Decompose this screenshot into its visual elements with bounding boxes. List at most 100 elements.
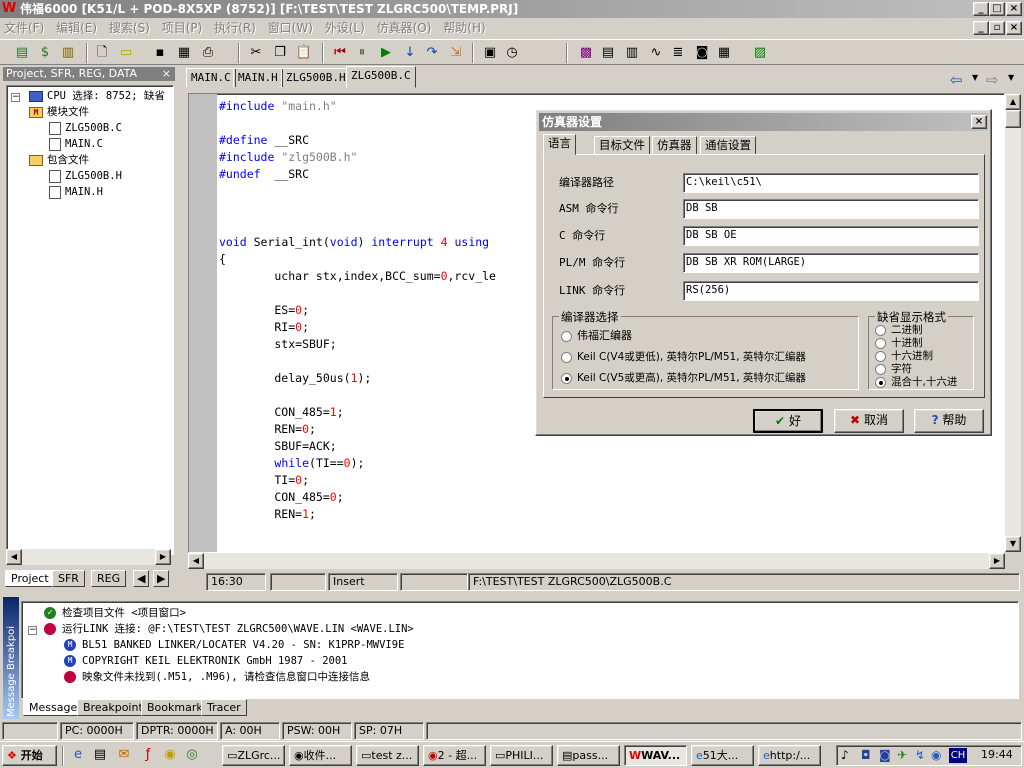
tray-icon[interactable]: ✈ [897,748,907,762]
app-icon[interactable]: ◉ [160,745,180,765]
mdi-restore-icon[interactable]: ▫ [989,21,1005,35]
taskbar-task[interactable]: ehttp:/... [758,745,821,766]
menu-emulator[interactable]: 仿真器(O) [373,18,436,38]
format-radio[interactable] [875,351,886,362]
compiler-option[interactable]: 伟福汇编器 [577,329,632,343]
back-icon[interactable]: ⇦ [950,71,963,89]
reset-icon[interactable]: ⏮ [330,43,350,63]
taskbar-task[interactable]: ▭test z... [356,745,419,766]
tab-tracer[interactable]: Tracer [201,699,247,716]
taskbar-task[interactable]: ◉2 - 超... [423,745,486,766]
scroll-left-icon[interactable]: ◀ [6,549,22,565]
tray-icon[interactable]: ↯ [915,748,925,762]
format-option[interactable]: 十六进制 [891,349,933,363]
tab-scroll-right-icon[interactable]: ▶ [153,570,170,587]
scroll-right-icon[interactable]: ▶ [155,549,171,565]
tab-zlg500b-h[interactable]: ZLG500B.H [281,68,351,88]
tree-item-file[interactable]: ZLG500B.H [49,168,122,184]
format-option[interactable]: 十进制 [891,336,923,350]
tab-breakpoint[interactable]: Breakpoint [77,699,149,716]
project-icon[interactable]: ▤ [12,43,32,63]
desktop-icon[interactable]: ▤ [90,745,110,765]
window-icon[interactable]: ▦ [714,43,734,63]
open-folder-icon[interactable]: ▭ [116,43,136,63]
ime-indicator[interactable]: CH [949,748,967,763]
save-icon[interactable]: ▪ [150,43,170,63]
taskbar-task[interactable]: ▤pass... [557,745,620,766]
menu-run[interactable]: 执行(R) [210,18,260,38]
taskbar-task-active[interactable]: WWAV... [624,745,687,766]
tree-item-file[interactable]: MAIN.H [49,184,103,200]
tree-item-modules[interactable]: M 模块文件 [29,104,89,120]
tab-message[interactable]: Message [23,699,84,716]
format-option[interactable]: 二进制 [891,323,923,337]
menu-peripheral[interactable]: 外设(L) [321,18,369,38]
picture-icon[interactable]: ▨ [750,43,770,63]
taskbar-task[interactable]: ▭ZLGrc... [222,745,285,766]
list-item[interactable]: M COPYRIGHT KEIL ELEKTRONIK GmbH 1987 - 2… [64,653,348,669]
c-cmdline-input[interactable]: DB SB OE [683,226,979,246]
compiler-option[interactable]: Keil C(V4或更低), 英特尔PL/M51, 英特尔汇编器 [577,350,806,364]
network-icon[interactable]: ◘ [861,748,871,762]
compiler-radio[interactable] [561,373,572,384]
step-into-icon[interactable]: ↓ [400,43,420,63]
tab-emulator[interactable]: 仿真器 [652,136,697,155]
tree-item-file[interactable]: ZLG500B.C [49,120,122,136]
close-icon[interactable]: × [1006,2,1022,16]
list-icon[interactable]: ≣ [668,43,688,63]
tray-icon[interactable]: ◙ [879,748,891,762]
tray-icon[interactable]: ◉ [931,748,941,762]
memory-icon[interactable]: ▤ [598,43,618,63]
list-item[interactable]: 运行LINK 连接: @F:\TEST\TEST ZLGRC500\WAVE.L… [44,621,414,637]
run-icon[interactable]: ▶ [376,43,396,63]
binary-icon[interactable]: ▥ [58,43,78,63]
flash-icon[interactable]: ƒ [138,745,158,765]
maximize-icon[interactable]: □ [989,2,1005,16]
mdi-minimize-icon[interactable]: _ [973,21,989,35]
tab-scroll-left-icon[interactable]: ◀ [133,570,150,587]
scroll-left-icon[interactable]: ◀ [188,553,204,569]
tab-reg[interactable]: REG [91,570,127,587]
disk-icon[interactable]: ◙ [692,43,712,63]
start-button[interactable]: ❖ 开始 [2,745,57,766]
format-radio[interactable] [875,325,886,336]
register-icon[interactable]: ▥ [622,43,642,63]
menu-help[interactable]: 帮助(H) [439,18,489,38]
scroll-thumb[interactable] [1005,110,1021,128]
menu-window[interactable]: 窗口(W) [264,18,317,38]
format-option[interactable]: 字符 [891,362,912,376]
watch-icon[interactable]: ▣ [480,43,500,63]
format-radio[interactable] [875,377,886,388]
paste-icon[interactable]: 📋 [294,43,314,63]
link-cmdline-input[interactable]: RS(256) [683,281,979,301]
run-to-cursor-icon[interactable]: ⇲ [446,43,466,63]
scroll-up-icon[interactable]: ▲ [1005,94,1021,110]
collapse-icon[interactable]: − [28,626,37,635]
format-radio[interactable] [875,364,886,375]
taskbar-task[interactable]: ◉收件... [289,745,352,766]
tree-item-includes[interactable]: 包含文件 [29,152,89,168]
tree-hscrollbar[interactable]: ◀ ▶ [6,549,171,565]
dropdown-icon[interactable]: ▼ [1008,73,1014,82]
tab-language[interactable]: 语言 [543,134,576,155]
compiler-radio[interactable] [561,352,572,363]
ok-button[interactable]: ✔ 好 [753,409,823,433]
expand-icon[interactable]: − [11,93,20,102]
list-item[interactable]: ✓ 检查项目文件 <项目窗口> [44,605,186,621]
menu-search[interactable]: 搜索(S) [105,18,154,38]
forward-icon[interactable]: ⇨ [986,71,999,89]
mdi-close-icon[interactable]: × [1006,21,1022,35]
list-item[interactable]: 映象文件未找到(.M51, .M96), 请检查信息窗口中连接信息 [64,669,370,685]
clock[interactable]: 19:44 [981,748,1013,761]
speaker-icon[interactable]: ♪ [841,748,849,762]
minimize-icon[interactable]: _ [973,2,989,16]
compiler-option[interactable]: Keil C(V5或更高), 英特尔PL/M51, 英特尔汇编器 [577,371,806,385]
tab-bookmark[interactable]: Bookmark [141,699,209,716]
tree-item-cpu[interactable]: CPU 选择: 8752; 缺省 [29,88,165,104]
help-button[interactable]: ? 帮助 [914,409,984,433]
dropdown-icon[interactable]: ▼ [972,73,978,82]
asm-cmdline-input[interactable]: DB SB [683,199,979,219]
scroll-down-icon[interactable]: ▼ [1005,536,1021,552]
tree-item-file[interactable]: MAIN.C [49,136,103,152]
plm-cmdline-input[interactable]: DB SB XR ROM(LARGE) [683,253,979,273]
